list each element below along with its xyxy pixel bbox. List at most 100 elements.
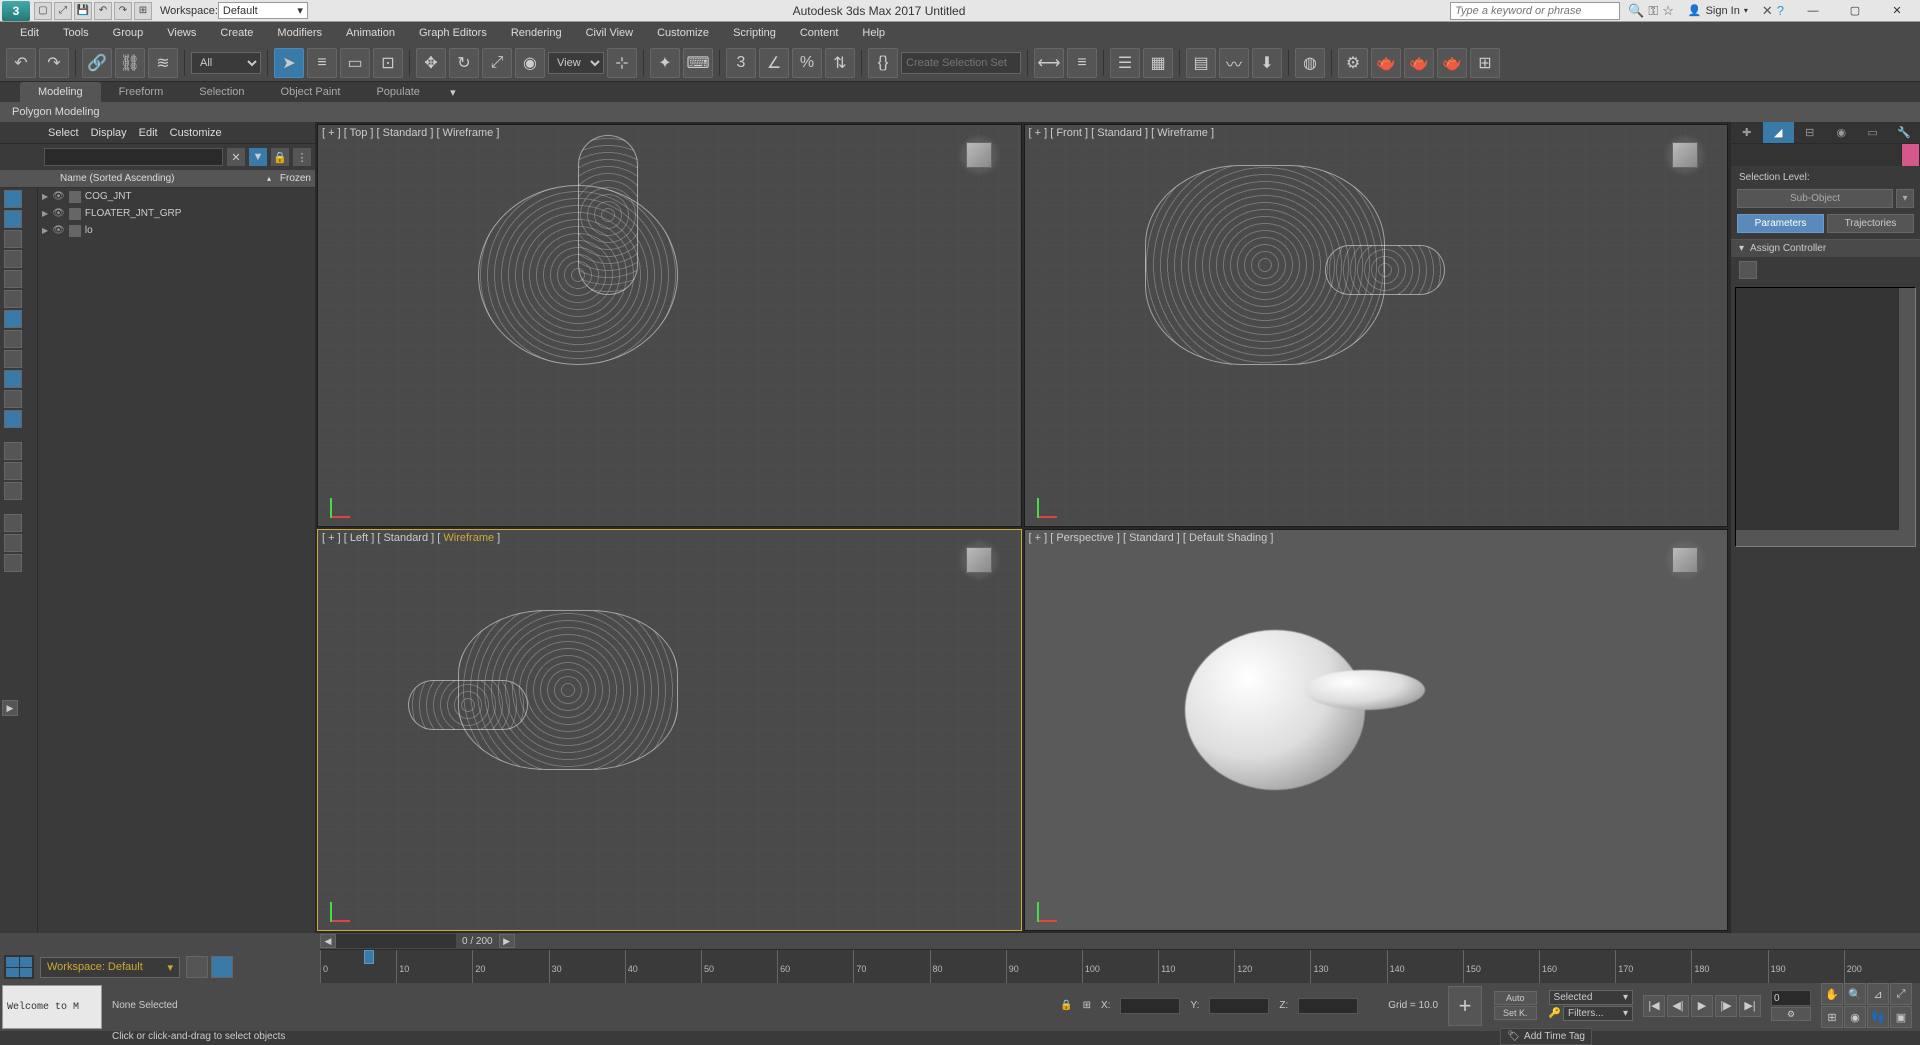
ribbon-tab-modeling[interactable]: Modeling [20, 82, 101, 102]
rectangle-select-button[interactable]: ▭ [340, 48, 370, 78]
app-logo-icon[interactable]: 3 [2, 1, 30, 21]
menu-modifiers[interactable]: Modifiers [265, 24, 334, 42]
menu-group[interactable]: Group [101, 24, 156, 42]
tab-modify-icon[interactable]: ◢ [1763, 122, 1795, 143]
star-icon[interactable]: ☆ [1662, 3, 1674, 19]
object-color-swatch[interactable] [1902, 144, 1920, 166]
filter-geometry-icon[interactable] [4, 190, 22, 208]
viewport-label[interactable]: [ + ] [ Front ] [ Standard ] [ Wireframe… [1029, 127, 1215, 139]
binoculars-icon[interactable]: 🔍 [1628, 3, 1644, 19]
ruler-mark[interactable]: 130 [1310, 950, 1386, 983]
pan-view-button[interactable]: ✋ [1821, 983, 1843, 1005]
expand-icon[interactable]: ▶ [42, 192, 48, 201]
curve-editor-button[interactable]: ▤ [1186, 48, 1216, 78]
undo-button[interactable]: ↶ [6, 48, 36, 78]
viewport-label[interactable]: [ + ] [ Top ] [ Standard ] [ Wireframe ] [322, 127, 499, 139]
scene-search-input[interactable] [44, 148, 223, 166]
sign-in-button[interactable]: 👤 Sign In▾ [1682, 4, 1754, 17]
menu-civil-view[interactable]: Civil View [574, 24, 645, 42]
scrollbar-vertical[interactable] [1899, 288, 1915, 530]
display-none-icon[interactable] [4, 462, 22, 480]
se-menu-customize[interactable]: Customize [170, 127, 222, 139]
menu-rendering[interactable]: Rendering [499, 24, 574, 42]
fov-button[interactable]: ⊿ [1867, 983, 1889, 1005]
select-by-name-button[interactable]: ≡ [307, 48, 337, 78]
filter-groups-icon[interactable] [4, 310, 22, 328]
redo-button[interactable]: ↷ [39, 48, 69, 78]
ruler-mark[interactable]: 180 [1691, 950, 1767, 983]
visibility-icon[interactable]: 👁 [52, 208, 65, 219]
trajectories-button[interactable]: Trajectories [1827, 214, 1914, 233]
bind-spacewarp-button[interactable]: ≋ [148, 48, 178, 78]
expand-icon[interactable]: ▶ [42, 226, 48, 235]
ruler-mark[interactable]: 150 [1463, 950, 1539, 983]
display-invert-icon[interactable] [4, 482, 22, 500]
workspace-bottom-dropdown[interactable]: Workspace: Default▾ [40, 957, 180, 978]
filter-helpers-icon[interactable] [4, 270, 22, 288]
render-button[interactable]: 🫖 [1404, 48, 1434, 78]
scrollbar-horizontal[interactable] [1736, 530, 1915, 546]
se-menu-display[interactable]: Display [91, 127, 127, 139]
menu-scripting[interactable]: Scripting [721, 24, 788, 42]
save-file-icon[interactable]: 💾 [74, 2, 92, 20]
col-frozen[interactable]: Frozen [271, 173, 311, 184]
filter-icon[interactable]: ▼ [249, 148, 267, 166]
menu-tools[interactable]: Tools [51, 24, 101, 42]
menu-content[interactable]: Content [788, 24, 851, 42]
visibility-icon[interactable]: 👁 [52, 225, 65, 236]
key-filters-dropdown[interactable]: Filters...▾ [1563, 1006, 1633, 1021]
ribbon-tab-selection[interactable]: Selection [181, 82, 262, 102]
menu-animation[interactable]: Animation [334, 24, 407, 42]
mirror-button[interactable]: ⟷ [1034, 48, 1064, 78]
auto-key-button[interactable]: Auto [1494, 991, 1537, 1005]
viewport-front[interactable]: [ + ] [ Front ] [ Standard ] [ Wireframe… [1024, 124, 1729, 527]
ribbon-tab-populate[interactable]: Populate [358, 82, 437, 102]
window-crossing-button[interactable]: ⊡ [373, 48, 403, 78]
material-editor-button[interactable]: ◍ [1295, 48, 1325, 78]
prev-frame-button[interactable]: ◀| [1667, 995, 1689, 1017]
render-frame-button[interactable]: 🫖 [1371, 48, 1401, 78]
tab-create-icon[interactable]: ✚ [1731, 122, 1763, 143]
goto-end-button[interactable]: ▶| [1739, 995, 1761, 1017]
unlink-button[interactable]: ⛓ [115, 48, 145, 78]
maximize-button[interactable]: ▢ [1834, 1, 1876, 21]
orbit-button[interactable]: ◉ [1844, 1006, 1866, 1028]
spinner-snap-button[interactable]: ⇅ [825, 48, 855, 78]
opts-icon[interactable] [4, 554, 22, 572]
help-search-input[interactable] [1450, 2, 1620, 20]
visibility-icon[interactable]: 👁 [52, 191, 65, 202]
ribbon-panel-label[interactable]: Polygon Modeling [0, 102, 1920, 122]
selection-filter-dropdown[interactable]: All [191, 52, 261, 74]
tree-item[interactable]: ▶ 👁 FLOATER_JNT_GRP [38, 205, 315, 222]
set-key-mode-button[interactable]: Set K. [1494, 1006, 1537, 1020]
tree-item[interactable]: ▶ 👁 COG_JNT [38, 188, 315, 205]
ruler-mark[interactable]: 20 [472, 950, 548, 983]
menu-graph-editors[interactable]: Graph Editors [407, 24, 499, 42]
isolate-icon[interactable] [211, 956, 233, 978]
selection-set-input[interactable] [901, 52, 1021, 74]
filter-xrefs-icon[interactable] [4, 330, 22, 348]
play-button[interactable]: ▶ [1691, 995, 1713, 1017]
ruler-mark[interactable]: 100 [1082, 950, 1158, 983]
filter-hidden-icon[interactable] [4, 410, 22, 428]
menu-edit[interactable]: Edit [8, 24, 51, 42]
ruler-mark[interactable]: 0 [320, 950, 396, 983]
current-frame-input[interactable] [1771, 990, 1811, 1006]
menu-help[interactable]: Help [850, 24, 897, 42]
ribbon-tab-freeform[interactable]: Freeform [101, 82, 182, 102]
viewport-left[interactable]: [ + ] [ Left ] [ Standard ] [ Wireframe … [317, 529, 1022, 932]
render-setup-button[interactable]: ⚙ [1338, 48, 1368, 78]
explorer-button[interactable]: ▦ [1143, 48, 1173, 78]
tab-motion-icon[interactable]: ◉ [1826, 122, 1858, 143]
exchange-icon[interactable]: ✕ [1762, 3, 1773, 19]
viewport-perspective[interactable]: [ + ] [ Perspective ] [ Standard ] [ Def… [1024, 529, 1729, 932]
open-file-icon[interactable]: ⤢ [54, 2, 72, 20]
ruler-mark[interactable]: 80 [930, 950, 1006, 983]
link-button[interactable]: 🔗 [82, 48, 112, 78]
align-button[interactable]: ≡ [1067, 48, 1097, 78]
ruler-mark[interactable]: 110 [1158, 950, 1234, 983]
ruler-mark[interactable]: 170 [1615, 950, 1691, 983]
viewcube-icon[interactable] [957, 133, 1001, 177]
manipulate-button[interactable]: ✦ [650, 48, 680, 78]
ribbon-tab-object-paint[interactable]: Object Paint [263, 82, 359, 102]
